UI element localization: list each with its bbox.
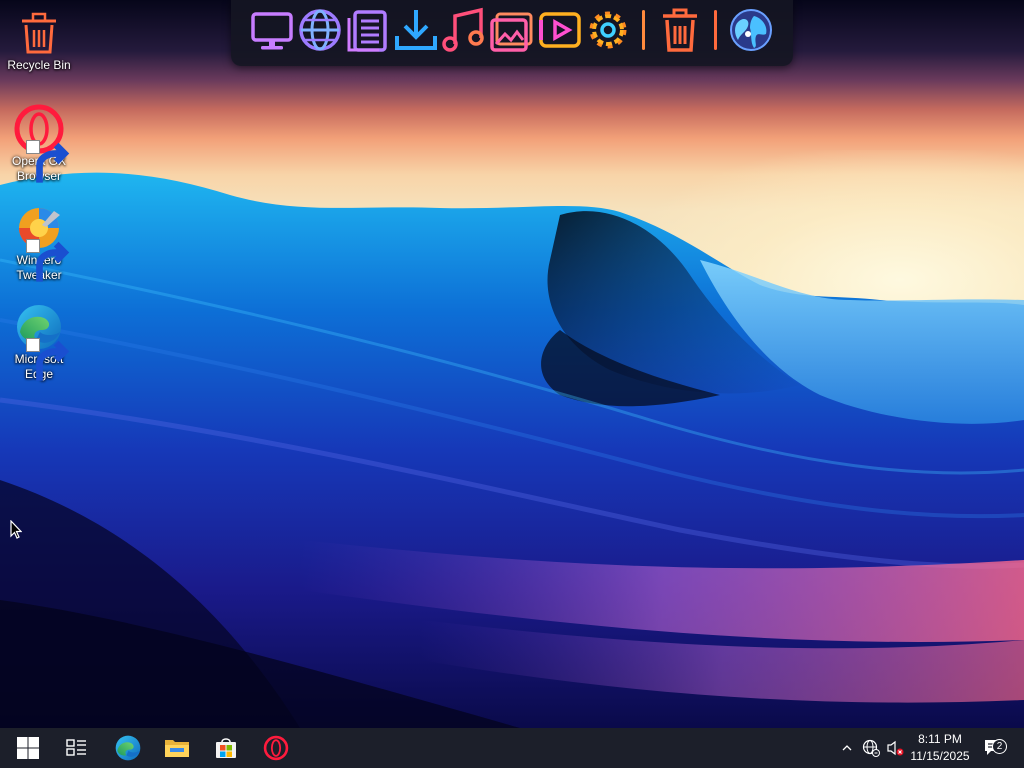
network-icon	[862, 739, 880, 757]
edge-icon	[14, 302, 70, 381]
pictures-icon	[490, 12, 533, 52]
clock-time: 8:11 PM	[918, 732, 962, 746]
taskbar-file-explorer-button[interactable]	[153, 728, 201, 768]
music-icon	[442, 7, 484, 52]
dock-trash-icon[interactable]	[657, 6, 703, 54]
taskbar-edge-button[interactable]	[104, 728, 152, 768]
volume-muted-icon	[887, 740, 904, 756]
desktop-icon-winaero-tweaker[interactable]: Winaero Tweaker	[2, 203, 76, 283]
notification-count-badge: 2	[992, 739, 1007, 754]
dock-music-icon[interactable]	[441, 6, 487, 54]
world-icon	[730, 9, 772, 51]
shortcut-arrow-icon	[26, 239, 70, 282]
task-view-button[interactable]	[53, 728, 101, 768]
dock-pictures-icon[interactable]	[489, 6, 535, 54]
globe-icon	[299, 9, 341, 51]
taskbar-opera-gx-button[interactable]	[252, 728, 300, 768]
taskbar-microsoft-store-button[interactable]	[202, 728, 250, 768]
dock-documents-icon[interactable]	[345, 6, 391, 54]
start-button[interactable]	[4, 728, 52, 768]
opera-gx-icon	[14, 104, 70, 183]
dock-downloads-icon[interactable]	[393, 6, 439, 54]
file-explorer-icon	[165, 740, 189, 757]
recycle-bin-icon	[14, 8, 64, 58]
downloads-icon	[395, 10, 437, 50]
dock-world-icon[interactable]	[728, 6, 774, 54]
dock-videos-icon[interactable]	[537, 6, 583, 54]
opera-gx-icon	[263, 735, 289, 761]
documents-icon	[347, 10, 387, 52]
shortcut-arrow-icon	[26, 338, 70, 381]
shortcut-arrow-icon	[26, 140, 70, 183]
dock-separator	[642, 10, 645, 50]
videos-icon	[539, 12, 581, 48]
dock-settings-icon[interactable]	[585, 6, 631, 54]
clock-date: 11/15/2025	[910, 749, 970, 763]
winaero-tweaker-icon	[14, 203, 70, 282]
task-view-icon	[66, 739, 86, 756]
desktop-icon-microsoft-edge[interactable]: Microsoft Edge	[2, 302, 76, 382]
network-button[interactable]	[860, 728, 882, 768]
mouse-cursor-icon	[10, 520, 22, 539]
dock-separator	[714, 10, 717, 50]
wallpaper-wave-art	[0, 172, 1024, 728]
desktop-icon-opera-gx[interactable]: Opera GX Browser	[2, 104, 76, 184]
taskbar-clock[interactable]: 8:11 PM 11/15/2025	[905, 730, 975, 766]
taskbar: 8:11 PM 11/15/2025 2	[0, 728, 1024, 768]
edge-icon	[115, 735, 141, 761]
show-hidden-icons-button[interactable]	[838, 728, 856, 768]
dock-computer-icon[interactable]	[249, 6, 295, 54]
start-windows-icon	[17, 737, 39, 759]
trash-icon	[663, 8, 697, 52]
desktop-icon-label: Recycle Bin	[7, 58, 71, 72]
dock-globe-icon[interactable]	[297, 6, 343, 54]
desktop-icon-recycle-bin[interactable]: Recycle Bin	[2, 8, 76, 73]
computer-icon	[251, 12, 293, 50]
chevron-up-icon	[842, 745, 852, 751]
action-center-button[interactable]: 2	[980, 728, 1007, 768]
desktop-wallpaper	[0, 0, 1024, 728]
top-dock	[231, 0, 793, 66]
microsoft-store-icon	[216, 738, 236, 758]
volume-button[interactable]	[884, 728, 906, 768]
settings-icon	[589, 11, 627, 49]
